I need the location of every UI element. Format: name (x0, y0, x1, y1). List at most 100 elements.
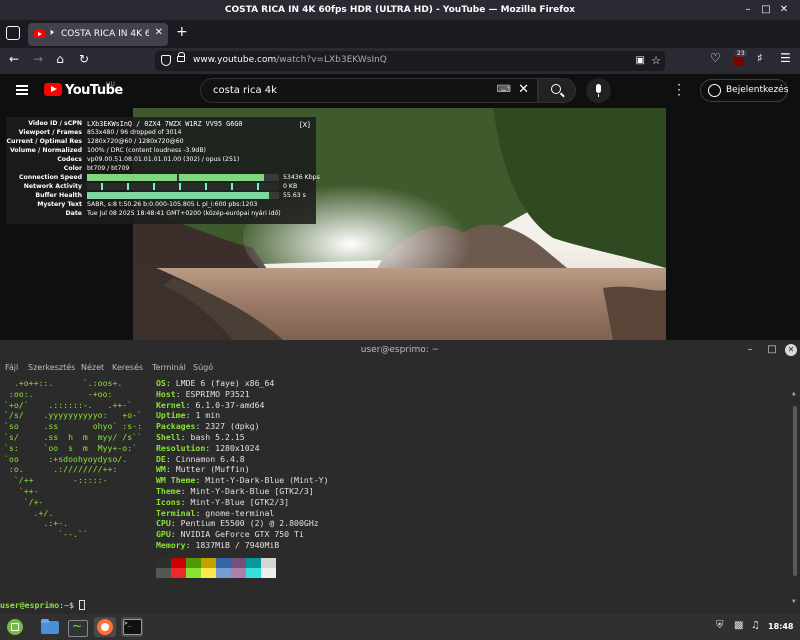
terminal-taskbar-icon[interactable] (121, 617, 143, 637)
lock-icon[interactable] (177, 52, 185, 62)
extensions-icon[interactable]: ♯ (757, 51, 763, 65)
network-tray-icon[interactable]: ▩ (734, 620, 743, 631)
terminal-scrollbar[interactable]: ▲ ▼ (790, 376, 800, 614)
neofetch-label: DE (156, 453, 166, 464)
minimize-icon[interactable]: – (742, 4, 754, 16)
shell-prompt[interactable]: user@esprimo:~$ (0, 600, 85, 610)
terminal-title: user@esprimo: ~ (360, 345, 440, 355)
menu-terminal[interactable]: Terminál (152, 363, 186, 372)
system-monitor-icon[interactable] (67, 617, 89, 637)
scrollbar-thumb[interactable] (793, 406, 797, 576)
search-input[interactable]: costa rica 4k ⌨ ✕ (200, 78, 538, 103)
settings-kebab-icon[interactable]: · · · (676, 79, 682, 101)
neofetch-label: GPU (156, 529, 171, 540)
neofetch-label: Shell (156, 431, 181, 442)
neofetch-ascii-logo: .+o++::. `.:oos+. :oo:. -+oo: `+o/` .:::… (4, 378, 143, 540)
bookmark-star-icon[interactable]: ☆ (651, 54, 661, 67)
neofetch-value: 1280x1024 (215, 442, 260, 453)
firefox-window-titlebar[interactable]: COSTA RICA IN 4K 60fps HDR (ULTRA HD) - … (0, 0, 800, 20)
terminal-output[interactable]: .+o++::. `.:oos+. :oo:. -+oo: `+o/` .:::… (0, 376, 800, 614)
forward-icon[interactable]: → (30, 52, 46, 66)
prompt-path: :~$ (59, 600, 79, 610)
terminal-titlebar[interactable]: user@esprimo: ~ – □ ✕ (0, 340, 800, 360)
color-swatch (201, 558, 216, 568)
speaker-icon[interactable]: 🕨 (48, 28, 54, 38)
neofetch-value: 1837MiB / 7940MiB (195, 539, 280, 550)
stats-key: Connection Speed (18, 174, 82, 181)
neofetch-separator: : (195, 507, 206, 518)
stats-key: Video ID / sCPN (28, 120, 82, 127)
network-tick (205, 183, 207, 190)
search-icon (551, 84, 561, 94)
url-path: /watch?v=LXb3EKWsInQ (276, 55, 387, 65)
firefox-window-title: COSTA RICA IN 4K 60fps HDR (ULTRA HD) - … (224, 5, 576, 15)
scroll-up-icon[interactable]: ▲ (792, 390, 796, 397)
network-tick (127, 183, 129, 190)
guide-menu-icon[interactable] (16, 85, 28, 95)
neofetch-label: WM Theme (156, 475, 196, 486)
terminal-minimize-icon[interactable]: – (744, 344, 756, 356)
pocket-icon[interactable]: ♡ (710, 51, 721, 65)
network-tick (101, 183, 103, 190)
clock[interactable]: 18:48 (768, 622, 793, 631)
maximize-icon[interactable]: □ (760, 4, 772, 16)
app-menu-icon[interactable]: ☰ (780, 51, 791, 65)
buffer-health-value: 55.63 s (283, 192, 306, 199)
neofetch-line: Shell: bash 5.2.15 (156, 432, 329, 443)
sign-in-button[interactable]: Bejelentkezés (700, 79, 788, 102)
neofetch-value: 6.1.0-37-amd64 (195, 399, 265, 410)
reload-icon[interactable]: ↻ (76, 52, 92, 66)
menu-view[interactable]: Nézet (81, 363, 104, 372)
buffer-health-graph (87, 192, 279, 199)
voice-search-button[interactable] (586, 78, 611, 103)
mint-menu-icon[interactable] (7, 619, 23, 635)
color-swatch (156, 558, 171, 568)
menu-file[interactable]: Fájl (5, 363, 18, 372)
terminal-close-icon[interactable]: ✕ (785, 344, 797, 356)
close-icon[interactable]: ✕ (778, 4, 790, 16)
color-swatch (261, 558, 276, 568)
connection-speed-fill (87, 174, 264, 181)
connection-speed-gap (177, 174, 179, 181)
home-icon[interactable]: ⌂ (52, 52, 68, 66)
tab-youtube[interactable]: 🕨 COSTA RICA IN 4K 60fps HD ✕ (28, 23, 168, 46)
menu-search[interactable]: Keresés (112, 363, 143, 372)
url-bar[interactable]: www.youtube.com/watch?v=LXb3EKWsInQ ▣ ☆ (155, 51, 665, 71)
firefox-taskbar-icon[interactable] (94, 617, 116, 637)
youtube-logo-icon[interactable] (44, 83, 62, 96)
neofetch-line: WM Theme: Mint-Y-Dark-Blue (Mint-Y) (156, 475, 329, 486)
keyboard-icon[interactable]: ⌨ (497, 84, 511, 95)
ublock-origin-icon[interactable] (734, 56, 744, 66)
back-icon[interactable]: ← (6, 52, 22, 66)
neofetch-line: Packages: 2327 (dpkg) (156, 421, 329, 432)
files-icon[interactable] (40, 617, 62, 637)
neofetch-separator: : (185, 410, 196, 421)
color-swatch (216, 558, 231, 568)
neofetch-value: Mint-Y-Blue [GTK2/3] (190, 496, 290, 507)
stats-volume: 100% / DRC (content loudness -3.9dB) (87, 147, 206, 154)
tab-list-icon[interactable] (6, 26, 20, 40)
terminal-maximize-icon[interactable]: □ (766, 344, 778, 356)
neofetch-info: OS: LMDE 6 (faye) x86_64 Host: ESPRIMO P3… (156, 378, 329, 551)
neofetch-value: gnome-terminal (205, 507, 275, 518)
shield-tray-icon[interactable]: ⛨ (716, 620, 724, 631)
volume-tray-icon[interactable]: ♫ (751, 620, 760, 631)
clear-search-icon[interactable]: ✕ (518, 82, 529, 97)
neofetch-separator: : (175, 388, 186, 399)
color-swatch (216, 568, 231, 578)
neofetch-separator: : (165, 464, 176, 475)
shield-icon[interactable] (161, 55, 171, 66)
picture-in-picture-icon[interactable]: ▣ (636, 55, 645, 66)
tab-close-icon[interactable]: ✕ (155, 27, 163, 38)
youtube-favicon-icon (34, 30, 45, 38)
neofetch-label: CPU (156, 518, 171, 529)
neofetch-line: WM: Mutter (Muffin) (156, 464, 329, 475)
scroll-down-icon[interactable]: ▼ (792, 598, 796, 605)
youtube-header: YouTube HU costa rica 4k ⌨ ✕ · · · Bejelen… (0, 74, 800, 108)
menu-edit[interactable]: Szerkesztés (28, 363, 75, 372)
menu-help[interactable]: Súgó (193, 363, 213, 372)
neofetch-line: Terminal: gnome-terminal (156, 508, 329, 519)
search-button[interactable] (538, 78, 576, 103)
new-tab-icon[interactable]: + (176, 24, 188, 40)
neofetch-separator: : (195, 475, 206, 486)
